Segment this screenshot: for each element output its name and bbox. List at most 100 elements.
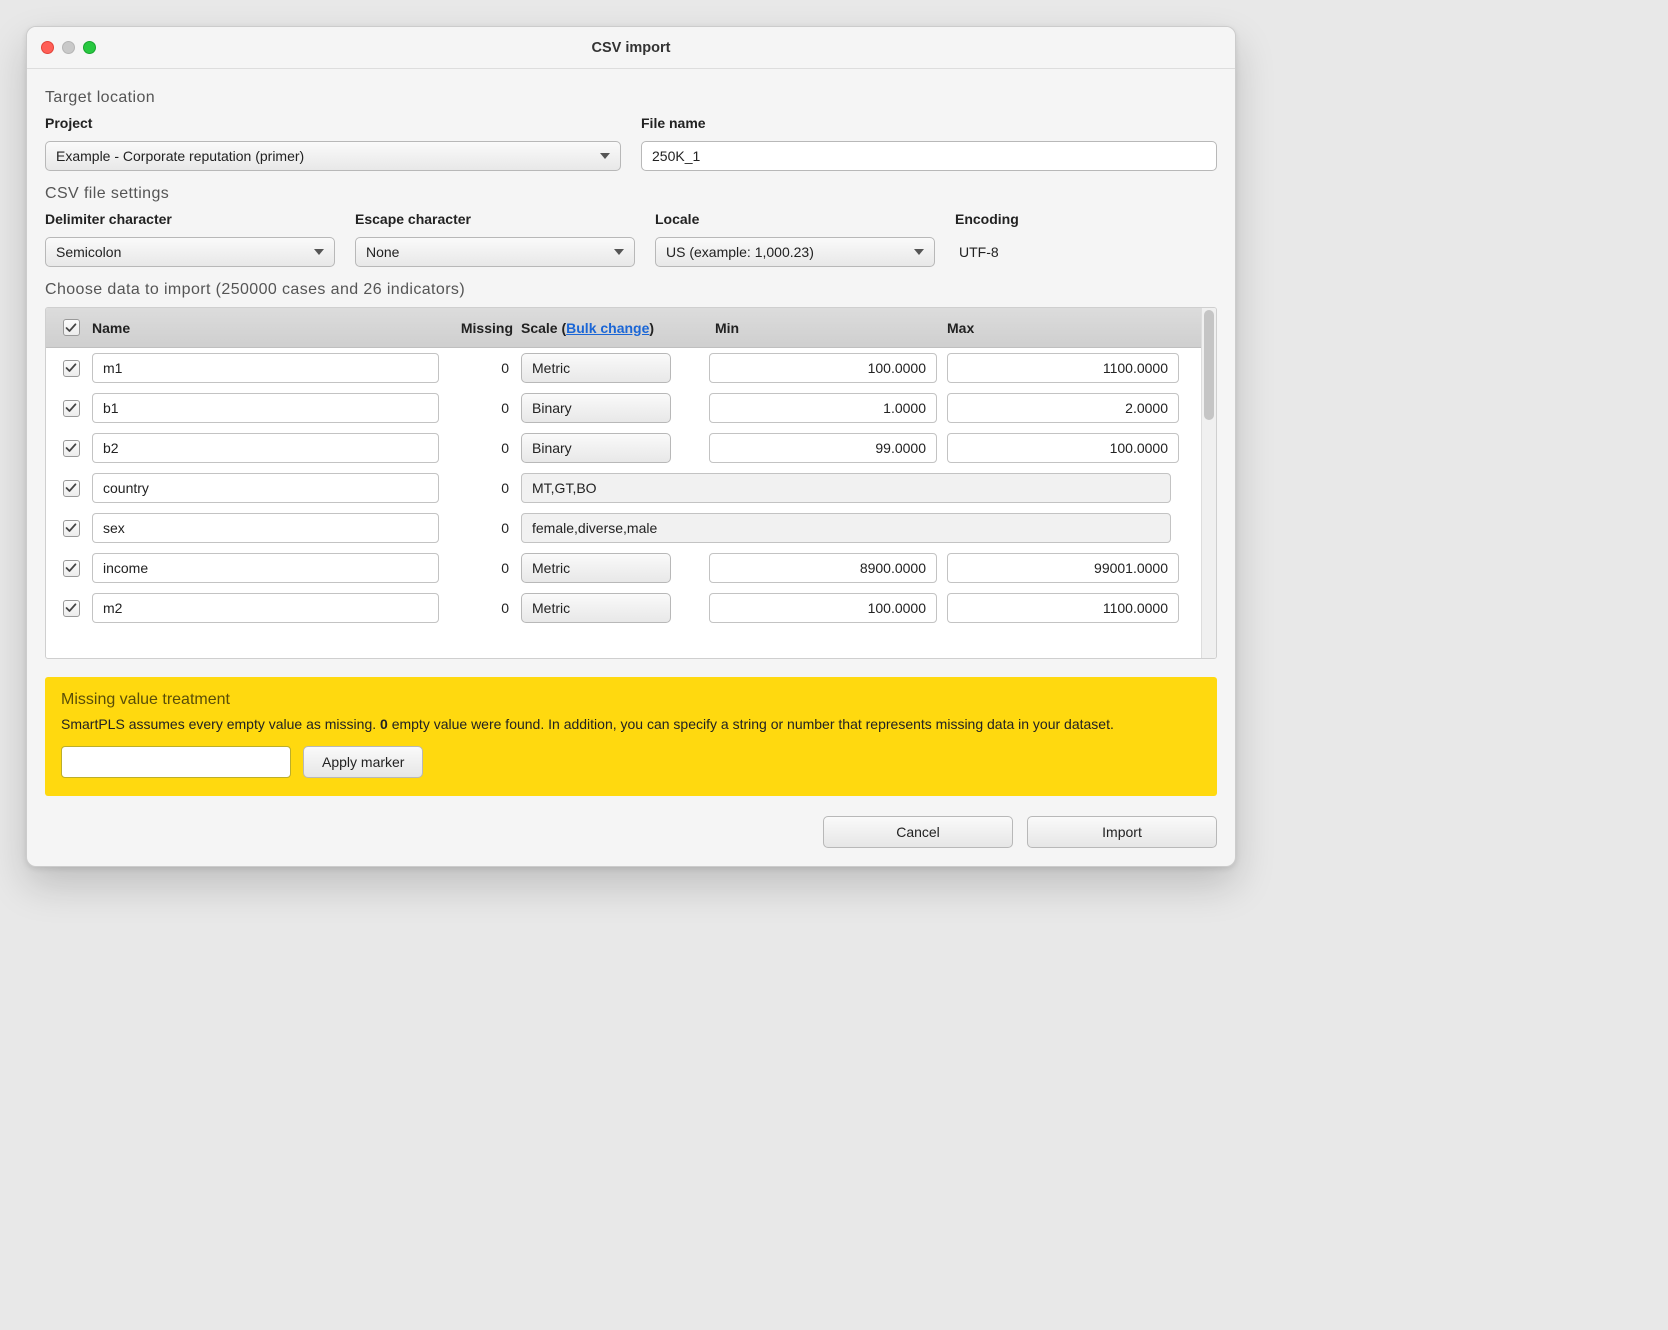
row-checkbox[interactable] [63, 480, 80, 497]
row-checkbox[interactable] [63, 600, 80, 617]
check-icon [65, 522, 77, 534]
th-scale: Scale (Bulk change) [521, 320, 709, 336]
name-input[interactable]: m1 [92, 353, 439, 383]
table-row: b20Binary 99.0000 100.0000 [46, 428, 1201, 468]
section-choose-heading: Choose data to import (250000 cases and … [45, 281, 1217, 299]
max-input[interactable]: 2.0000 [947, 393, 1179, 423]
delimiter-select[interactable]: Semicolon [45, 237, 335, 267]
section-csv-heading: CSV file settings [45, 185, 1217, 203]
name-input[interactable]: m2 [92, 593, 439, 623]
min-input[interactable]: 100.0000 [709, 353, 937, 383]
name-input[interactable]: b1 [92, 393, 439, 423]
chevron-down-icon [600, 153, 610, 159]
table-row: m20Metric 100.0000 1100.0000 [46, 588, 1201, 628]
name-input[interactable]: sex [92, 513, 439, 543]
project-select[interactable]: Example - Corporate reputation (primer) [45, 141, 621, 171]
categories-field: female,diverse,male [521, 513, 1171, 543]
missing-value: 0 [443, 520, 521, 536]
table-header: Name Missing Scale (Bulk change) Min Max [46, 308, 1201, 348]
check-icon [65, 602, 77, 614]
missing-marker-input[interactable] [61, 746, 291, 778]
check-icon [65, 362, 77, 374]
indicator-table: Name Missing Scale (Bulk change) Min Max… [45, 307, 1217, 659]
project-value: Example - Corporate reputation (primer) [56, 148, 304, 164]
missing-heading: Missing value treatment [61, 691, 1201, 709]
name-input[interactable]: b2 [92, 433, 439, 463]
locale-label: Locale [655, 211, 935, 227]
maximize-icon[interactable] [83, 41, 96, 54]
section-target-heading: Target location [45, 89, 1217, 107]
missing-value: 0 [443, 400, 521, 416]
scrollbar-thumb[interactable] [1204, 310, 1214, 420]
min-input[interactable]: 1.0000 [709, 393, 937, 423]
table-row: m10Metric100.00001100.0000 [46, 348, 1201, 388]
check-icon [65, 442, 77, 454]
escape-select[interactable]: None [355, 237, 635, 267]
csv-row: Delimiter character Semicolon Escape cha… [45, 211, 1217, 267]
categories-field: MT,GT,BO [521, 473, 1171, 503]
filename-value: 250K_1 [652, 148, 700, 164]
th-max: Max [947, 320, 1179, 336]
locale-select[interactable]: US (example: 1,000.23) [655, 237, 935, 267]
table-row: country0MT,GT,BO [46, 468, 1201, 508]
project-label: Project [45, 115, 621, 131]
missing-panel: Missing value treatment SmartPLS assumes… [45, 677, 1217, 796]
table-row: b10Binary 1.0000 2.0000 [46, 388, 1201, 428]
filename-input[interactable]: 250K_1 [641, 141, 1217, 171]
chevron-down-icon [914, 249, 924, 255]
max-input[interactable]: 1100.0000 [947, 353, 1179, 383]
encoding-value: UTF-8 [955, 237, 1217, 267]
max-input[interactable]: 1100.0000 [947, 593, 1179, 623]
scale-select[interactable]: Metric [521, 353, 671, 383]
target-row: Project Example - Corporate reputation (… [45, 115, 1217, 171]
min-input[interactable]: 99.0000 [709, 433, 937, 463]
table-row: sex0female,diverse,male [46, 508, 1201, 548]
missing-value: 0 [443, 560, 521, 576]
max-input[interactable]: 99001.0000 [947, 553, 1179, 583]
scale-select[interactable]: Metric [521, 593, 671, 623]
apply-marker-button[interactable]: Apply marker [303, 746, 423, 778]
delimiter-value: Semicolon [56, 244, 121, 260]
row-checkbox[interactable] [63, 560, 80, 577]
check-icon [65, 402, 77, 414]
traffic-lights [41, 41, 96, 54]
dialog-footer: Cancel Import [45, 816, 1217, 848]
chevron-down-icon [314, 249, 324, 255]
check-icon [65, 322, 77, 334]
window-title: CSV import [27, 40, 1235, 56]
scale-select[interactable]: Binary [521, 393, 671, 423]
max-input[interactable]: 100.0000 [947, 433, 1179, 463]
content-area: Target location Project Example - Corpor… [27, 69, 1235, 866]
minimize-icon [62, 41, 75, 54]
th-min: Min [709, 320, 947, 336]
check-icon [65, 482, 77, 494]
missing-value: 0 [443, 440, 521, 456]
table-body: m10Metric100.00001100.0000b10Binary1.000… [46, 348, 1201, 628]
scale-select[interactable]: Binary [521, 433, 671, 463]
cancel-button[interactable]: Cancel [823, 816, 1013, 848]
min-input[interactable]: 8900.0000 [709, 553, 937, 583]
escape-value: None [366, 244, 399, 260]
import-button[interactable]: Import [1027, 816, 1217, 848]
titlebar: CSV import [27, 27, 1235, 69]
row-checkbox[interactable] [63, 440, 80, 457]
row-checkbox[interactable] [63, 360, 80, 377]
missing-text: SmartPLS assumes every empty value as mi… [61, 715, 1201, 734]
missing-value: 0 [443, 480, 521, 496]
escape-label: Escape character [355, 211, 635, 227]
filename-label: File name [641, 115, 1217, 131]
missing-value: 0 [443, 600, 521, 616]
name-input[interactable]: country [92, 473, 439, 503]
min-input[interactable]: 100.0000 [709, 593, 937, 623]
vertical-scrollbar[interactable] [1201, 308, 1216, 658]
close-icon[interactable] [41, 41, 54, 54]
th-name: Name [88, 320, 443, 336]
name-input[interactable]: income [92, 553, 439, 583]
dialog-window: CSV import Target location Project Examp… [26, 26, 1236, 867]
encoding-label: Encoding [955, 211, 1217, 227]
scale-select[interactable]: Metric [521, 553, 671, 583]
row-checkbox[interactable] [63, 400, 80, 417]
bulk-change-link[interactable]: Bulk change [566, 320, 649, 336]
row-checkbox[interactable] [63, 520, 80, 537]
select-all-checkbox[interactable] [63, 319, 80, 336]
